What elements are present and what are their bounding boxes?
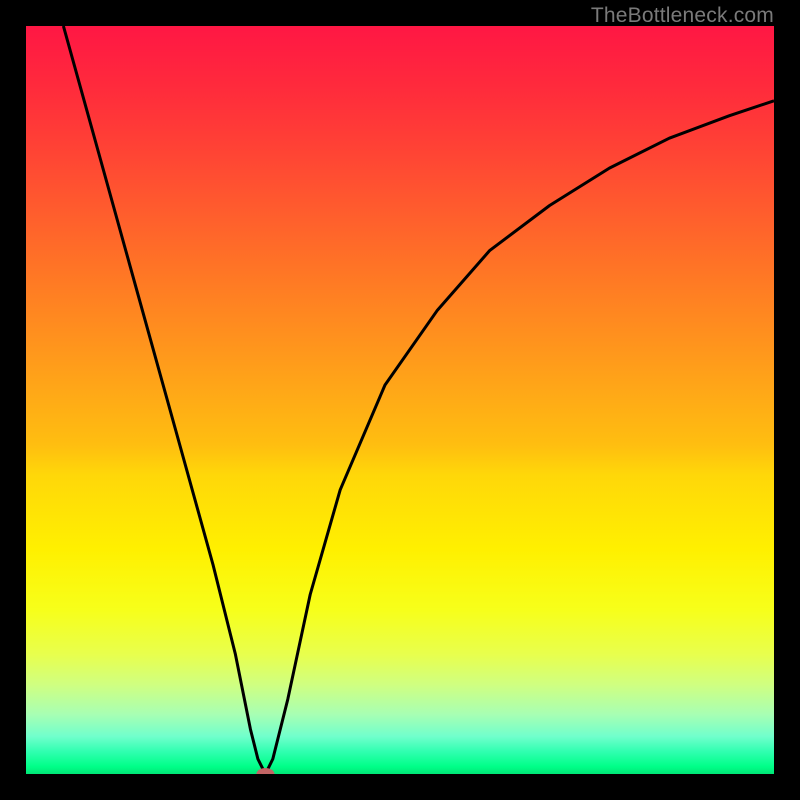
curve-svg (26, 26, 774, 774)
watermark-label: TheBottleneck.com (591, 4, 774, 28)
bottleneck-curve (63, 26, 774, 774)
minimum-marker-icon (256, 768, 274, 774)
chart-frame: TheBottleneck.com (0, 0, 800, 800)
plot-area (26, 26, 774, 774)
